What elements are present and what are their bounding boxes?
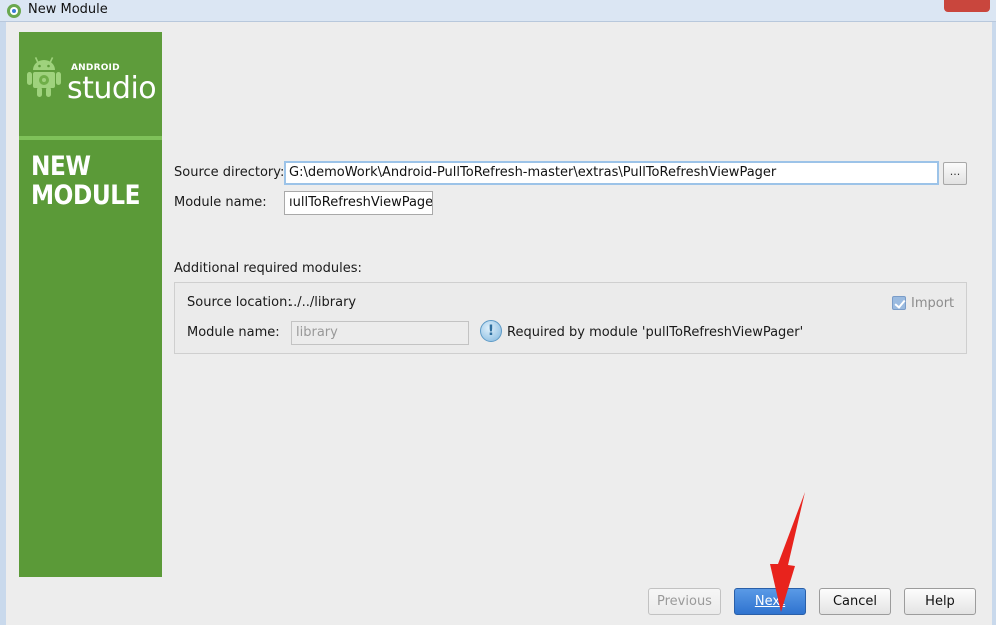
library-module-name-input[interactable]: library xyxy=(291,321,469,345)
previous-button[interactable]: Previous xyxy=(648,588,721,615)
new-module-dialog: ANDROID studio NEW MODULE Source directo… xyxy=(6,22,992,625)
android-studio-app-icon xyxy=(7,4,21,18)
wizard-sidebar: ANDROID studio NEW MODULE xyxy=(19,32,162,577)
next-button-label: Next xyxy=(754,594,786,609)
next-button[interactable]: Next xyxy=(734,588,806,615)
info-icon: ! xyxy=(480,320,502,342)
android-robot-icon xyxy=(27,57,61,97)
close-window-button[interactable] xyxy=(944,0,990,12)
import-label: Import xyxy=(911,296,955,311)
cancel-button[interactable]: Cancel xyxy=(819,588,891,615)
wizard-step-title: NEW MODULE xyxy=(31,151,141,211)
source-directory-label: Source directory: xyxy=(174,165,285,180)
library-module-name-label: Module name: xyxy=(187,325,280,340)
required-by-message: Required by module 'pullToRefreshViewPag… xyxy=(507,325,804,340)
additional-modules-heading: Additional required modules: xyxy=(174,261,362,276)
logo-big-text: studio xyxy=(67,71,157,106)
source-location-value: ../../library xyxy=(289,295,357,310)
window-title: New Module xyxy=(28,2,108,17)
source-location-label: Source location: xyxy=(187,295,292,310)
title-bar[interactable]: New Module xyxy=(0,0,996,22)
source-directory-input[interactable]: G:\demoWork\Android-PullToRefresh-master… xyxy=(284,161,939,185)
module-name-label: Module name: xyxy=(174,195,267,210)
sidebar-divider xyxy=(19,136,162,140)
browse-button[interactable]: ... xyxy=(943,162,967,185)
module-name-input[interactable]: ıullToRefreshViewPager xyxy=(284,191,433,215)
help-button[interactable]: Help xyxy=(904,588,976,615)
import-checkbox[interactable] xyxy=(892,296,906,310)
android-studio-logo: ANDROID studio xyxy=(19,32,162,136)
